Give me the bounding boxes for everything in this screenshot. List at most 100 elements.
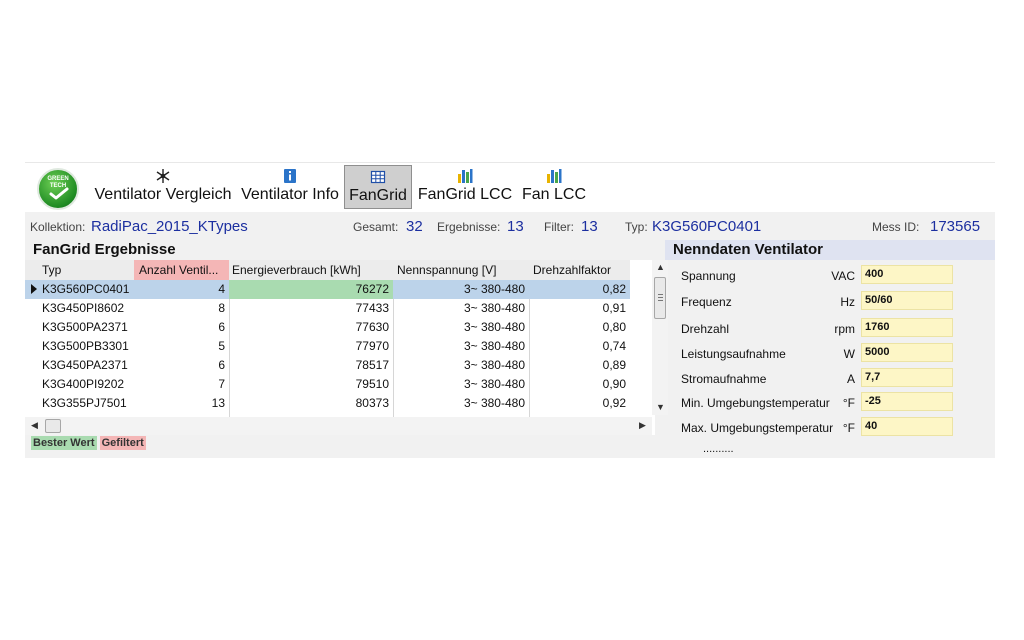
table-row[interactable]: K3G400PI9202 7 79510 3~ 380-480 0,90 xyxy=(25,375,630,394)
filter-label: Filter: xyxy=(544,220,574,234)
cell-energie: 76272 xyxy=(355,282,389,296)
nenndaten-panel: Spannung VAC 400 Frequenz Hz 50/60 Drehzahl rpm… xyxy=(673,260,995,458)
scroll-down-icon[interactable]: ▼ xyxy=(656,402,665,412)
nenndaten-value-field: 7,7 xyxy=(861,368,953,387)
cell-anzahl: 5 xyxy=(218,339,225,353)
scroll-left-icon[interactable]: ◀ xyxy=(31,420,38,431)
cell-energie: 79510 xyxy=(355,377,389,391)
cell-spannung: 3~ 380-480 xyxy=(463,377,525,391)
nenndaten-label: Drehzahl xyxy=(681,322,730,336)
tab-ventilator-vergleich[interactable]: Ventilator Vergleich xyxy=(93,165,233,209)
table-row[interactable]: K3G500PA2371 6 77630 3~ 380-480 0,80 xyxy=(25,318,630,337)
cell-typ: K3G355PJ7501 xyxy=(42,396,127,410)
cell-faktor: 0,90 xyxy=(602,377,626,391)
cell-typ: K3G560PC0401 xyxy=(42,282,130,296)
cell-typ: K3G450PA2371 xyxy=(42,358,128,372)
cell-spannung: 3~ 380-480 xyxy=(463,339,525,353)
cell-typ: K3G500PB3301 xyxy=(42,339,129,353)
col-header-faktor[interactable]: Drehzahlfaktor xyxy=(528,260,630,280)
results-title: FanGrid Ergebnisse xyxy=(25,240,670,260)
gesamt-label: Gesamt: xyxy=(353,220,399,234)
green-tech-logo: GREEN TECH xyxy=(37,168,79,210)
cell-typ: K3G450PI8602 xyxy=(42,301,125,315)
nenndaten-unit: A xyxy=(846,372,855,386)
nenndaten-label: Stromaufnahme xyxy=(681,372,767,386)
cell-faktor: 0,82 xyxy=(602,282,626,296)
typ-label: Typ: xyxy=(625,220,648,234)
tab-fangrid[interactable]: FanGrid xyxy=(344,165,412,209)
scroll-thumb[interactable] xyxy=(654,277,666,319)
cell-anzahl: 6 xyxy=(218,358,225,372)
cell-energie: 77970 xyxy=(355,339,389,353)
toolbar: GREEN TECH Ventilator Vergleich Ventilat… xyxy=(25,162,995,212)
cell-anzahl: 7 xyxy=(218,377,225,391)
hscroll-thumb[interactable] xyxy=(45,419,61,433)
nenndaten-unit: W xyxy=(843,347,855,361)
table-row[interactable]: K3G355PJ7501 13 80373 3~ 380-480 0,92 xyxy=(25,394,630,413)
col-header-spannung[interactable]: Nennspannung [V] xyxy=(392,260,528,280)
table-row[interactable]: K3G560PC0401 4 76272 3~ 380-480 0,82 xyxy=(25,280,630,299)
cell-energie: 80373 xyxy=(355,396,389,410)
logo-text-green: GREEN xyxy=(47,176,69,182)
gesamt-value: 32 xyxy=(406,218,423,235)
info-bar: Kollektion: RadiPac_2015_KTypes Gesamt: … xyxy=(25,217,995,239)
mess-id-value: 173565 xyxy=(930,218,981,235)
ergebnisse-label: Ergebnisse: xyxy=(437,220,501,234)
cell-spannung: 3~ 380-480 xyxy=(463,282,525,296)
mess-id-label: Mess ID: xyxy=(872,220,920,234)
table-row[interactable]: K3G450PA2371 6 78517 3~ 380-480 0,89 xyxy=(25,356,630,375)
nenndaten-row: Leistungsaufnahme W 5000 xyxy=(673,343,995,365)
cell-faktor: 0,92 xyxy=(602,396,626,410)
scroll-right-icon[interactable]: ▶ xyxy=(639,420,646,431)
tab-fan-lcc[interactable]: Fan LCC xyxy=(519,165,589,209)
nenndaten-value-field: 1760 xyxy=(861,318,953,337)
nenndaten-label: Frequenz xyxy=(681,295,732,309)
fan-icon xyxy=(156,169,170,183)
cell-faktor: 0,74 xyxy=(602,339,626,353)
nenndaten-row: Frequenz Hz 50/60 xyxy=(673,291,995,313)
cell-spannung: 3~ 380-480 xyxy=(463,301,525,315)
table-row[interactable]: K3G450PI8602 8 77433 3~ 380-480 0,91 xyxy=(25,299,630,318)
filter-value: 13 xyxy=(581,218,598,235)
table-row[interactable]: K3G500PB3301 5 77970 3~ 380-480 0,74 xyxy=(25,337,630,356)
typ-value: K3G560PC0401 xyxy=(652,218,762,235)
cell-faktor: 0,89 xyxy=(602,358,626,372)
nenndaten-value-field: 5000 xyxy=(861,343,953,362)
info-icon xyxy=(284,169,296,183)
cell-energie: 77433 xyxy=(355,301,389,315)
nenndaten-label: Leistungsaufnahme xyxy=(681,347,786,361)
nenndaten-value-field: 400 xyxy=(861,265,953,284)
scroll-up-icon[interactable]: ▲ xyxy=(656,262,665,272)
cell-typ: K3G400PI9202 xyxy=(42,377,125,391)
cell-faktor: 0,80 xyxy=(602,320,626,334)
nenndaten-row: Stromaufnahme A 7,7 xyxy=(673,368,995,390)
cell-anzahl: 6 xyxy=(218,320,225,334)
nenndaten-title: Nenndaten Ventilator xyxy=(665,240,995,260)
tab-fan-lcc-label: Fan LCC xyxy=(521,186,587,203)
checkmark-icon xyxy=(49,187,69,200)
cell-spannung: 3~ 380-480 xyxy=(463,358,525,372)
tab-fangrid-label: FanGrid xyxy=(349,187,407,204)
col-header-anzahl[interactable]: Anzahl Ventil... xyxy=(134,260,229,280)
grid-header: Typ Anzahl Ventil... Energieverbrauch [k… xyxy=(25,260,630,280)
cell-anzahl: 13 xyxy=(211,396,225,410)
cell-spannung: 3~ 380-480 xyxy=(463,320,525,334)
tab-fangrid-lcc-label: FanGrid LCC xyxy=(417,186,513,203)
tab-fangrid-lcc[interactable]: FanGrid LCC xyxy=(415,165,515,209)
legend: Bester Wert Gefiltert xyxy=(31,436,146,452)
col-header-typ[interactable]: Typ xyxy=(37,260,137,280)
ergebnisse-value: 13 xyxy=(507,218,524,235)
nenndaten-value-field: 50/60 xyxy=(861,291,953,310)
bar-chart-icon xyxy=(458,169,473,183)
vertical-scrollbar[interactable]: ▲ ▼ xyxy=(652,260,668,415)
legend-filtered: Gefiltert xyxy=(99,436,146,450)
cell-spannung: 3~ 380-480 xyxy=(463,396,525,410)
tab-ventilator-info[interactable]: Ventilator Info xyxy=(239,165,341,209)
nenndaten-unit: Hz xyxy=(840,295,855,309)
cell-energie: 77630 xyxy=(355,320,389,334)
fangrid-app: GREEN TECH Ventilator Vergleich Ventilat… xyxy=(25,162,995,458)
nenndaten-row: Max. Umgebungstemperatur °F 40 xyxy=(673,417,995,439)
kollektion-value[interactable]: RadiPac_2015_KTypes xyxy=(91,218,248,235)
col-header-energie[interactable]: Energieverbrauch [kWh] xyxy=(227,260,393,280)
horizontal-scrollbar[interactable]: ◀ ▶ xyxy=(25,417,652,435)
